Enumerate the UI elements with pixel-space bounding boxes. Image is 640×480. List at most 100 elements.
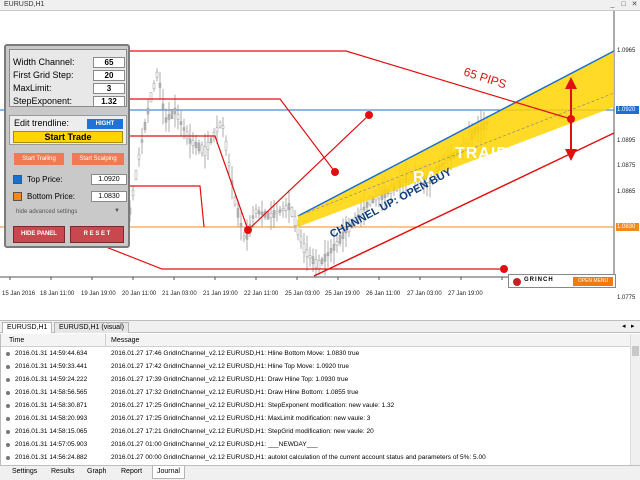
close-icon[interactable]: ✕ [630, 1, 639, 9]
candle-body [257, 210, 261, 215]
chart-title: EURUSD,H1 [4, 1, 45, 8]
open-menu-button[interactable]: OPEN MENU [573, 277, 613, 286]
info-icon [6, 456, 10, 460]
info-icon [6, 443, 10, 447]
candle-body [326, 252, 330, 257]
price-label: 1.0775 [617, 295, 636, 301]
candle-body [266, 211, 270, 220]
tab-results[interactable]: Results [47, 466, 78, 479]
hight-button[interactable]: HIGHT [87, 119, 123, 129]
chevron-down-icon[interactable]: ▼ [114, 208, 120, 214]
start-scalping-button[interactable]: Start Scalping [72, 153, 124, 165]
journal-message: 2016.01.27 00:00 GridInChannel_v2.12 EUR… [111, 454, 486, 461]
journal-time: 2016.01.31 14:58:15.065 [15, 428, 88, 435]
minimize-icon[interactable]: _ [608, 1, 617, 9]
candle-body [206, 141, 210, 150]
candle-body [317, 260, 321, 270]
maximize-icon[interactable]: □ [619, 1, 628, 9]
reset-button[interactable]: R E S E T [70, 226, 124, 243]
journal-row[interactable]: 2016.01.31 14:59:44.634 2016.01.27 17:46 … [1, 348, 629, 360]
journal-panel: Time Message 2016.01.31 14:59:44.634 2016… [0, 334, 640, 465]
chevron-right-icon[interactable]: ▸ [631, 322, 635, 330]
column-time-header[interactable]: Time [9, 334, 24, 347]
grinch-logo-icon [513, 278, 521, 286]
stepexponent-input[interactable]: 1.32 [93, 96, 125, 107]
candle-body [194, 141, 198, 149]
candle-body [272, 210, 276, 218]
candle-body [167, 114, 171, 120]
maxlimit-row: MaxLimit: 3 [11, 82, 127, 94]
hide-panel-button[interactable]: HIDE PANEL [13, 226, 65, 243]
candle-body [239, 223, 243, 227]
maxlimit-input[interactable]: 3 [93, 83, 125, 94]
candle-body [290, 207, 294, 217]
first-grid-row: First Grid Step: 20 [11, 69, 127, 81]
time-label: 19 Jan 19:00 [81, 291, 116, 297]
stepexponent-row: StepExponent: 1.32 [11, 95, 127, 107]
candle-body [332, 243, 336, 251]
journal-row[interactable]: 2016.01.31 14:57:05.903 2016.01.27 01:00 … [1, 439, 629, 451]
scroll-thumb[interactable] [632, 346, 639, 356]
hide-advanced-link[interactable]: hide advanced settings [16, 209, 77, 215]
maxlimit-label: MaxLimit: [13, 83, 52, 93]
journal-time: 2016.01.31 14:57:05.903 [15, 441, 88, 448]
bottom-price-swatch-icon[interactable] [13, 192, 22, 201]
journal-time: 2016.01.31 14:58:56.565 [15, 389, 88, 396]
chevron-left-icon[interactable]: ◂ [622, 322, 626, 330]
journal-row[interactable]: 2016.01.31 14:59:24.222 2016.01.27 17:39 … [1, 374, 629, 386]
candle-body [314, 259, 318, 269]
journal-row[interactable]: 2016.01.31 14:56:24.882 2016.01.27 00:00 … [1, 452, 629, 464]
tab-journal[interactable]: Journal [152, 466, 185, 479]
width-channel-input[interactable]: 65 [93, 57, 125, 68]
top-price-swatch-icon[interactable] [13, 175, 22, 184]
candle-body [221, 125, 225, 129]
time-label: 27 Jan 03:00 [407, 291, 442, 297]
candle-body [197, 142, 201, 152]
top-price-input[interactable]: 1.0920 [91, 174, 127, 185]
journal-message: 2016.01.27 17:25 GridInChannel_v2.12 EUR… [111, 415, 371, 422]
candle-body [209, 137, 213, 143]
tab-eurusd-h1[interactable]: EURUSD,H1 [2, 322, 53, 333]
first-grid-input[interactable]: 20 [93, 70, 125, 81]
candle-body [161, 103, 165, 110]
candle-body [254, 208, 258, 214]
bottom-price-input[interactable]: 1.0830 [91, 191, 127, 202]
bottom-dot [244, 226, 252, 234]
traiding-label: TRAIDING [455, 145, 541, 162]
time-label: 25 Jan 03:00 [285, 291, 320, 297]
journal-row[interactable]: 2016.01.31 14:58:30.871 2016.01.27 17:25 … [1, 400, 629, 412]
price-chart[interactable]: 1.0965 1.0920 1.0895 1.0875 1.0865 1.083… [0, 11, 640, 320]
journal-scrollbar[interactable] [630, 334, 640, 465]
journal-row[interactable]: 2016.01.31 14:58:20.993 2016.01.27 17:25 … [1, 413, 629, 425]
time-label: 21 Jan 03:00 [162, 291, 197, 297]
journal-row[interactable]: 2016.01.31 14:59:33.441 2016.01.27 17:42 … [1, 361, 629, 373]
tab-graph[interactable]: Graph [83, 466, 110, 479]
candle-body [323, 253, 327, 262]
journal-row[interactable]: 2016.01.31 14:58:15.065 2016.01.27 17:21 … [1, 426, 629, 438]
journal-message: 2016.01.27 17:39 GridInChannel_v2.12 EUR… [111, 376, 349, 383]
tab-settings[interactable]: Settings [8, 466, 41, 479]
info-icon [6, 430, 10, 434]
journal-message: 2016.01.27 17:46 GridInChannel_v2.12 EUR… [111, 350, 360, 357]
time-label: 20 Jan 11:00 [122, 291, 157, 297]
journal-row[interactable]: 2016.01.31 14:58:56.565 2016.01.27 17:32 … [1, 387, 629, 399]
journal-message: 2016.01.27 17:21 GridInChannel_v2.12 EUR… [111, 428, 374, 435]
chart-tabs: EURUSD,H1 EURUSD,H1 (visual) ◂ ▸ [0, 320, 640, 333]
candle-body [308, 255, 312, 259]
journal-time: 2016.01.31 14:59:24.222 [15, 376, 88, 383]
grinch-name: GRINCH [524, 277, 554, 283]
candle-body [182, 127, 186, 131]
candle-body [269, 212, 273, 219]
candle-body [251, 215, 255, 219]
journal-time: 2016.01.31 14:59:44.634 [15, 350, 88, 357]
candle-body [320, 258, 324, 265]
column-message-header[interactable]: Message [111, 334, 139, 347]
tab-report[interactable]: Report [117, 466, 146, 479]
candle-body [275, 210, 279, 215]
start-trade-button[interactable]: Start Trade [13, 131, 123, 143]
candle-body [158, 82, 162, 88]
candle-body [218, 121, 222, 128]
start-trailing-button[interactable]: Start Trailing [14, 153, 64, 165]
trendline-dot [331, 168, 339, 176]
tab-eurusd-h1-visual[interactable]: EURUSD,H1 (visual) [54, 322, 129, 333]
